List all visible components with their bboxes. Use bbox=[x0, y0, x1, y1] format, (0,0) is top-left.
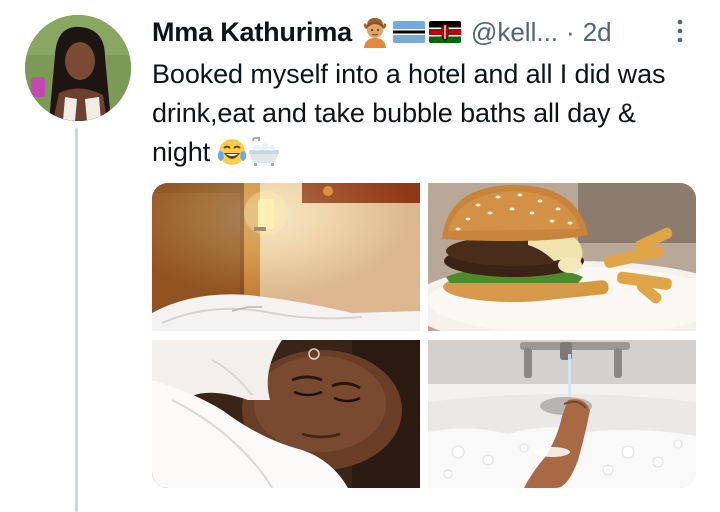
botswana-flag-icon bbox=[392, 21, 425, 43]
author-handle[interactable]: @kell... bbox=[471, 17, 558, 48]
sleeping-face-photo[interactable] bbox=[152, 340, 420, 488]
face-with-tears-of-joy-icon bbox=[217, 137, 247, 178]
more-options-icon[interactable] bbox=[670, 16, 690, 46]
author-avatar[interactable] bbox=[25, 15, 131, 121]
separator-dot: · bbox=[566, 16, 575, 47]
thread-line bbox=[75, 128, 78, 512]
kenya-flag-icon bbox=[428, 21, 461, 43]
woman-emoji-icon bbox=[361, 16, 389, 48]
bathtub-icon bbox=[247, 137, 281, 178]
media-grid bbox=[152, 183, 696, 488]
burger-fries-photo[interactable] bbox=[428, 183, 696, 331]
tweet-header: Mma Kathurima @kell... · 2d bbox=[152, 12, 692, 52]
tweet-timestamp[interactable]: 2d bbox=[583, 17, 612, 48]
bubble-bath-photo[interactable] bbox=[428, 340, 696, 488]
hotel-room-photo[interactable] bbox=[152, 183, 420, 331]
author-name[interactable]: Mma Kathurima bbox=[152, 17, 352, 48]
tweet-text: Booked myself into a hotel and all I did… bbox=[152, 55, 697, 178]
